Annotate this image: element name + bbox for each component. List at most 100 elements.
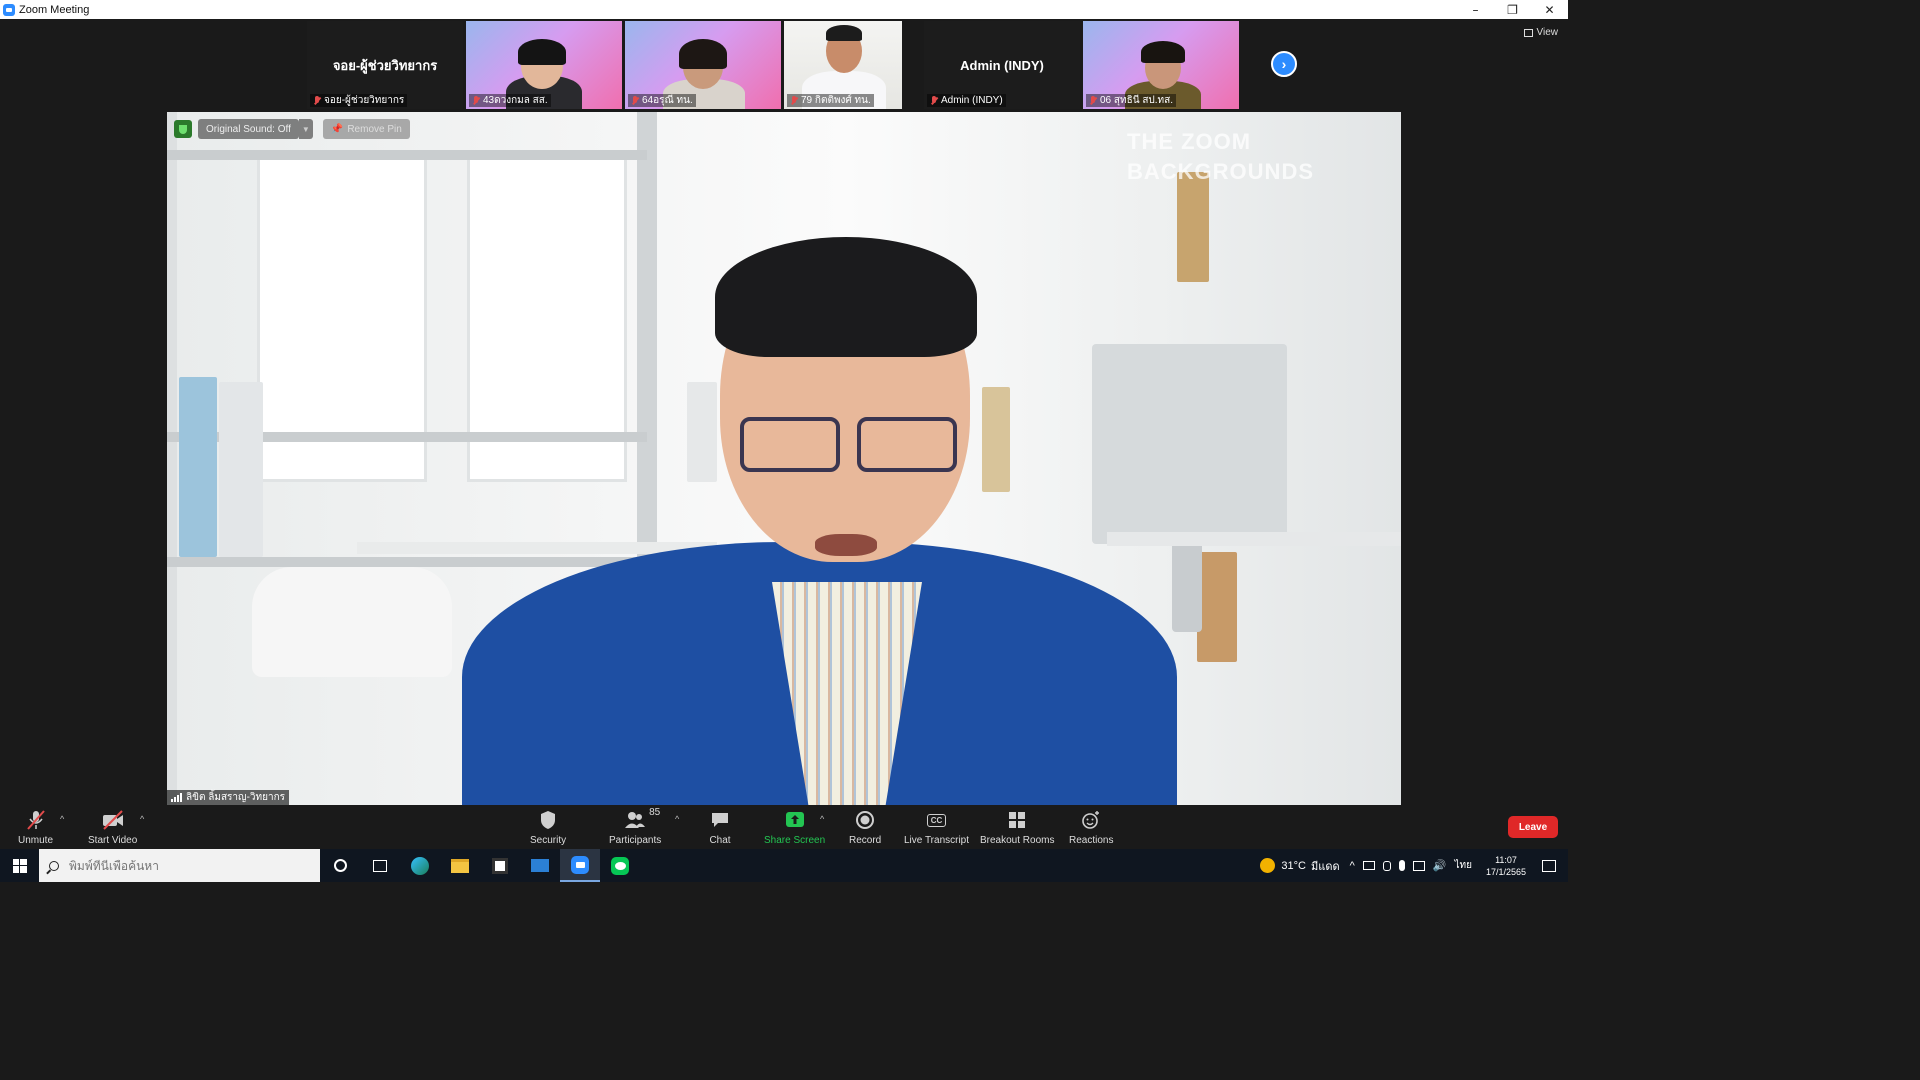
cortana-button[interactable] — [320, 849, 360, 882]
chat-icon — [709, 809, 731, 831]
participant-name-tag: 06 สุทธินี สป.ทส. — [1086, 94, 1177, 107]
view-button-label: View — [1536, 27, 1559, 38]
windows-logo-icon — [12, 858, 27, 873]
remove-pin-button[interactable]: 📌 Remove Pin — [322, 119, 410, 139]
taskbar-zoom[interactable] — [560, 849, 600, 882]
chat-button[interactable]: Chat — [709, 809, 731, 846]
pin-icon: 📌 — [330, 123, 344, 135]
meeting-toolbar: Unmute ^ Start Video ^ Security 85 Parti… — [0, 806, 1568, 849]
close-button[interactable]: ✕ — [1531, 0, 1568, 19]
participants-options-caret-icon[interactable]: ^ — [675, 814, 679, 824]
device-icon[interactable] — [1412, 860, 1425, 871]
main-speaker-video[interactable]: THE ZOOM BACKGROUNDS — [167, 112, 1401, 805]
background-binder — [179, 377, 217, 557]
view-button[interactable]: View — [1523, 27, 1559, 38]
input-language[interactable]: ไทย — [1455, 858, 1472, 873]
edge-browser-icon — [411, 856, 429, 875]
taskbar-file-explorer[interactable] — [440, 849, 480, 882]
participants-count: 85 — [649, 807, 661, 818]
cortana-circle-icon — [333, 859, 347, 872]
background-monitor — [1092, 344, 1287, 544]
background-binder — [1177, 172, 1209, 282]
store-bag-icon — [492, 857, 508, 874]
meeting-area: จอย-ผู้ช่วยวิทยากร จอย-ผู้ช่วยวิทยากร 43… — [0, 19, 1568, 806]
unmute-button[interactable]: Unmute — [18, 809, 53, 846]
audio-options-caret-icon[interactable]: ^ — [60, 814, 64, 824]
background-binder — [982, 387, 1010, 492]
participant-tile[interactable]: 06 สุทธินี สป.ทส. — [1083, 21, 1239, 109]
taskbar-search[interactable] — [39, 849, 320, 882]
show-hidden-icons-chevron-icon[interactable]: ^ — [1350, 860, 1355, 872]
next-page-arrow-button[interactable]: › — [1271, 51, 1297, 77]
share-screen-icon — [784, 809, 806, 831]
network-icon[interactable] — [1362, 861, 1375, 870]
windows-taskbar: 31°C มีแดด ^ 🔊 ไทย 11:07 17/1/2565 — [0, 849, 1568, 882]
original-sound-dropdown-button[interactable]: ▼ — [298, 119, 313, 139]
background-shelf-post — [167, 112, 177, 805]
chat-label: Chat — [709, 835, 731, 846]
participant-tile[interactable]: จอย-ผู้ช่วยวิทยากร จอย-ผู้ช่วยวิทยากร — [307, 21, 463, 109]
participant-name: 06 สุทธินี สป.ทส. — [1100, 95, 1174, 106]
window-title: Zoom Meeting — [19, 3, 90, 16]
taskbar-line[interactable] — [600, 849, 640, 882]
participants-button[interactable]: 85 Participants — [609, 807, 662, 846]
background-chair — [252, 567, 452, 677]
share-screen-button[interactable]: Share Screen — [764, 809, 825, 846]
start-video-button[interactable]: Start Video — [88, 809, 137, 846]
microphone-icon[interactable] — [1398, 860, 1405, 871]
weather-description[interactable]: มีแดด — [1311, 857, 1340, 875]
taskbar-search-input[interactable] — [69, 858, 289, 873]
share-options-caret-icon[interactable]: ^ — [820, 814, 824, 824]
participant-tile[interactable]: 43ดวงกมล สส. — [466, 21, 622, 109]
leave-meeting-button[interactable]: Leave — [1508, 816, 1558, 838]
mic-muted-icon — [1089, 95, 1097, 106]
video-options-caret-icon[interactable]: ^ — [140, 814, 144, 824]
taskbar-mail[interactable] — [520, 849, 560, 882]
taskbar-store[interactable] — [480, 849, 520, 882]
clock-time: 11:07 — [1495, 854, 1517, 865]
restore-button[interactable]: ❐ — [1494, 0, 1531, 19]
participants-label: Participants — [609, 835, 662, 846]
system-clock[interactable]: 11:07 17/1/2565 — [1476, 854, 1536, 878]
share-screen-label: Share Screen — [764, 835, 826, 846]
participant-tile[interactable]: 79 กิตติพงศ์ ทน. — [784, 21, 902, 109]
minimize-button[interactable]: – — [1457, 0, 1494, 19]
taskbar-edge[interactable] — [400, 849, 440, 882]
record-button[interactable]: Record — [849, 809, 881, 846]
mic-muted-icon — [631, 95, 639, 106]
background-shelf-board — [167, 150, 647, 160]
speaker-glasses-left — [740, 417, 840, 472]
live-transcript-button[interactable]: CC Live Transcript — [904, 809, 969, 846]
shield-icon — [538, 809, 558, 831]
background-binder — [687, 382, 717, 482]
weather-temperature[interactable]: 31°C — [1281, 860, 1306, 872]
encryption-shield-icon[interactable] — [174, 120, 192, 138]
system-tray: 31°C มีแดด ^ 🔊 ไทย 11:07 17/1/2565 — [1260, 849, 1568, 882]
task-view-icon — [373, 859, 387, 872]
original-sound-button[interactable]: Original Sound: Off — [198, 119, 299, 139]
participant-tile[interactable]: 64อรุณี ทน. — [625, 21, 781, 109]
webcam-icon[interactable] — [1382, 860, 1391, 871]
grid-icon — [1523, 28, 1533, 37]
participant-video-hair — [1141, 41, 1185, 63]
security-button[interactable]: Security — [530, 809, 566, 846]
cc-glyph: CC — [926, 813, 947, 827]
participant-video-hair — [518, 39, 566, 65]
background-binder — [1197, 552, 1237, 662]
video-top-controls: Original Sound: Off ▼ 📌 Remove Pin — [174, 119, 410, 139]
start-button[interactable] — [0, 849, 39, 882]
reactions-button[interactable]: Reactions — [1069, 809, 1113, 846]
background-binder — [219, 382, 263, 557]
task-view-button[interactable] — [360, 849, 400, 882]
breakout-rooms-button[interactable]: Breakout Rooms — [980, 809, 1054, 846]
notification-center-icon[interactable] — [1542, 859, 1556, 872]
participant-tile[interactable]: Admin (INDY) Admin (INDY) — [924, 21, 1080, 109]
watermark-line: THE ZOOM — [1127, 129, 1252, 154]
speaker-mouth — [815, 534, 877, 556]
participant-name-tag: จอย-ผู้ช่วยวิทยากร — [310, 94, 408, 107]
breakout-rooms-label: Breakout Rooms — [980, 835, 1055, 846]
volume-icon[interactable]: 🔊 — [1433, 859, 1447, 872]
speaker-hair — [715, 237, 977, 357]
background-desk — [1107, 532, 1401, 546]
clock-date: 17/1/2565 — [1485, 866, 1527, 877]
